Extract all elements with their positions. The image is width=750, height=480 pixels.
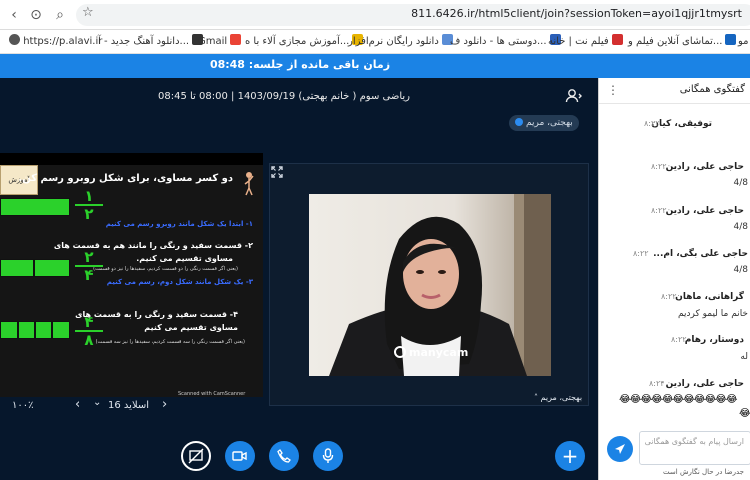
- stick-figure-icon: [243, 171, 255, 197]
- chat-message-author: حاجی علی، رادین: [665, 162, 744, 172]
- presenter-badge: بهجتی، مریم: [509, 115, 579, 131]
- fraction-bar-1: [0, 198, 70, 216]
- n-icon: [725, 34, 737, 45]
- manycam-watermark: manycam: [394, 346, 468, 359]
- bookmark-item[interactable]: فیلم نت | خانه: [548, 34, 623, 50]
- chat-emoji-row: 😂: [739, 408, 750, 419]
- presentation-controls: ۱۰۰٪ ‹ ⌄ اسلاید 16 ›: [0, 397, 263, 417]
- gmail-icon: [230, 34, 242, 45]
- screen-share-off-button[interactable]: [181, 441, 211, 471]
- filmnet-icon: [611, 34, 623, 45]
- chat-message-text: له: [740, 352, 748, 362]
- microphone-button[interactable]: [313, 441, 343, 471]
- slide-select[interactable]: اسلاید 16: [108, 400, 149, 411]
- slide-step-4-note: (یعنی اگر قسمت رنگی را سه قسمت کردیم، سف…: [95, 339, 245, 345]
- presenter-dot-icon: [515, 118, 523, 126]
- camera-button[interactable]: [225, 441, 255, 471]
- chat-message-time: ۸:۲۴: [649, 379, 665, 388]
- chat-emoji-row: 😂😂😂😂😂😂😂😂😂😂😂: [619, 394, 738, 405]
- globe-icon: [9, 34, 20, 45]
- chat-message-time: ۸:۲۲: [671, 335, 687, 344]
- bookmark-item[interactable]: مو: [738, 34, 749, 50]
- slide-step-2-line2: مساوی تقسیم می کنیم.: [136, 254, 233, 263]
- webcam-user-name: بهجتی، مریم ˄: [534, 393, 583, 402]
- chat-message-text: 4/8: [733, 222, 748, 232]
- chat-message-text: 4/8: [733, 265, 748, 275]
- bookmark-item[interactable]: https://p.alavi.ir: [6, 34, 102, 50]
- actions-plus-button[interactable]: +: [555, 441, 585, 471]
- fraction-1: ۱۲: [75, 189, 103, 222]
- chat-input-placeholder: ارسال پیام به گفتگوی همگانی: [644, 437, 744, 446]
- chat-message-time: ۸:۲۲: [644, 119, 660, 128]
- next-slide-button[interactable]: ›: [162, 397, 167, 412]
- url-field[interactable]: ☆ 811.6426.ir/html5client/join?sessionTo…: [76, 4, 750, 26]
- manycam-logo-icon: [394, 346, 406, 358]
- chat-message-input[interactable]: ارسال پیام به گفتگوی همگانی: [639, 431, 750, 465]
- chat-message-time: ۸:۲۲: [633, 249, 649, 258]
- users-list-icon[interactable]: [565, 88, 585, 108]
- chat-message-author: حاجی علی، رادین: [665, 206, 744, 216]
- chat-message-text: 4/8: [733, 178, 748, 188]
- browser-address-bar: ‹ ⊙ ⌕ ☆ 811.6426.ir/html5client/join?ses…: [0, 0, 750, 30]
- back-icon[interactable]: ‹: [4, 5, 24, 25]
- fullscreen-icon[interactable]: [271, 166, 285, 180]
- slide-heading: دو کسر مساوی، برای شکل روبرو رسم کن.: [18, 173, 233, 184]
- chat-message-time: ۸:۲۲: [651, 162, 667, 171]
- bookmark-item[interactable]: تماشای آنلاین فیلم و...: [628, 34, 737, 50]
- chat-message-author: حاجی علی بگی، ام...: [653, 249, 748, 259]
- zoom-level[interactable]: ۱۰۰٪: [12, 400, 33, 411]
- chat-panel: ⋮ گفتگوی همگانی توفیقی، کیان ۸:۲۲ حاجی ع…: [598, 78, 750, 480]
- fraction-3: ۴۸: [75, 315, 103, 348]
- chat-message-author: گراهانی، ماهان: [675, 292, 744, 302]
- prev-slide-button[interactable]: ‹: [75, 397, 80, 412]
- session-timer-banner: زمان باقی مانده از جلسه: 08:48: [0, 54, 750, 78]
- chat-header: ⋮ گفتگوی همگانی: [599, 78, 750, 104]
- caret-up-icon: ˄: [534, 393, 538, 402]
- webcam-video: manycam: [309, 194, 551, 376]
- presentation-slide: آموزش کسر دو کسر مساوی، برای شکل روبرو ر…: [0, 165, 263, 397]
- chat-message-author: توفیقی، کیان: [651, 119, 712, 129]
- presentation-area[interactable]: آموزش کسر دو کسر مساوی، برای شکل روبرو ر…: [0, 153, 263, 397]
- session-timer-text: زمان باقی مانده از جلسه: 08:48: [209, 58, 391, 71]
- bookmark-item[interactable]: دانلود رایگان نرم‌افزار: [348, 34, 453, 50]
- meeting-header: ریاضی سوم ( خانم بهجتی) 1403/09/19 | 08:…: [0, 78, 598, 118]
- chat-message-time: ۸:۲۲: [651, 206, 667, 215]
- phone-audio-button[interactable]: [269, 441, 299, 471]
- fraction-2: ۲۴: [75, 250, 103, 283]
- bookmark-star-icon[interactable]: ☆: [82, 5, 94, 20]
- fraction-bar-3: [0, 321, 70, 339]
- chat-message-author: دوستار، رهام: [684, 335, 744, 345]
- chat-message-time: ۸:۲۲: [661, 292, 677, 301]
- slide-step-1: ۱- ابتدا یک شکل مانند روبرو رسم می کنیم: [105, 220, 253, 228]
- send-message-button[interactable]: [607, 436, 633, 462]
- slide-select-chevron-icon[interactable]: ⌄: [93, 397, 101, 408]
- slide-step-4-line2: مساوی تقسیم می کنیم: [144, 323, 238, 332]
- typing-indicator: جدرضا در حال نگارش است: [663, 468, 744, 476]
- chat-title: گفتگوی همگانی: [679, 84, 745, 95]
- bookmark-item[interactable]: آموزش مجازی آلاء با ه...: [245, 34, 364, 50]
- bookmark-item[interactable]: دانلود آهنگ جدید - آ...: [98, 34, 204, 50]
- more-options-icon[interactable]: ⋮: [607, 83, 619, 97]
- chat-message-author: حاجی علی، رادین: [665, 379, 744, 389]
- browser-settings-icon[interactable]: ⊙: [26, 5, 46, 25]
- url-text: 811.6426.ir/html5client/join?sessionToke…: [411, 7, 742, 20]
- slide-step-2-note: (یعنی اگر قسمت رنگی را دو قسمت کردیم، سف…: [93, 266, 238, 272]
- chat-message-text: خانم ما لیمو کردیم: [677, 309, 748, 319]
- bookmarks-bar: https://p.alavi.ir دانلود آهنگ جدید - آ.…: [0, 30, 750, 54]
- bookmark-item[interactable]: Gmail: [198, 34, 242, 50]
- slide-step-3: ۳- یک شکل مانند شکل دوم، رسم می کنیم: [106, 278, 253, 286]
- session-title: ریاضی سوم ( خانم بهجتی) 1403/09/19 | 08:…: [158, 91, 411, 102]
- fraction-bar-2: [0, 259, 70, 277]
- bookmark-item[interactable]: دوستی ها - دانلود ف...: [450, 34, 561, 50]
- extensions-icon[interactable]: ⌕: [50, 5, 70, 25]
